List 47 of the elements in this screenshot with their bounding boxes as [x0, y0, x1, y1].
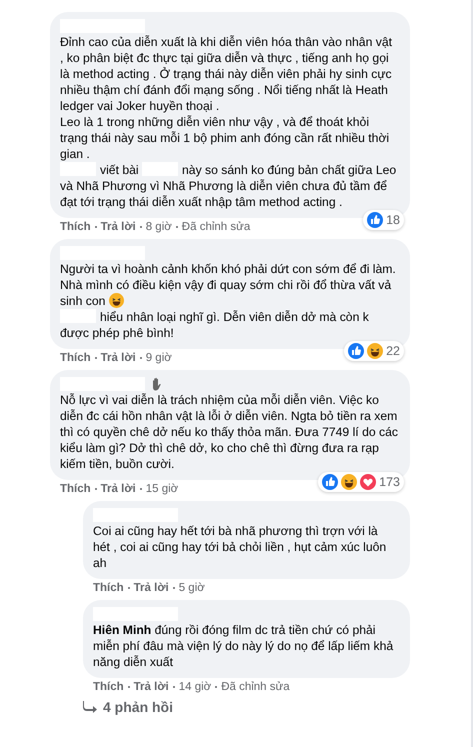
like-icon [348, 343, 364, 359]
comment-time[interactable]: 15 giờ [146, 483, 178, 495]
edited-label: Đã chỉnh sửa [221, 681, 290, 693]
separator-dot [128, 686, 130, 688]
reply-link[interactable]: Trả lời [100, 221, 136, 233]
like-link[interactable]: Thích [93, 582, 124, 594]
reply-link[interactable]: Trả lời [134, 681, 169, 693]
comment-text: Hiên Minh đúng rồi đóng film dc trả tiền chứ có phải miễn phí đâu mà viện lý do này lý do nọ để lấp liếm khả năng diễn xuất [93, 622, 394, 670]
like-link[interactable]: Thích [60, 483, 91, 495]
like-link[interactable]: Thích [60, 352, 91, 364]
comment-time[interactable]: 5 giờ [178, 582, 205, 594]
like-icon [367, 212, 384, 228]
comment-text: viết bài này so sánh ko đúng bản chất giữa Leo và Nhã Phương vì Nhã Phương là diễn viên chưa đủ tầm để đạt tới trạng thái diễn xuất nhập tâm method acting . [60, 162, 398, 210]
comment-text: Nỗ lực vì vai diễn là trách nhiệm của mỗi diễn viên. Việc ko diễn đc cái hồn nhân vật là lỗi ở diễn viên. Ngta bỏ tiền ra xem thì có quyền chê dở nếu ko thấy thỏa mãn. Đưa 7749 lí do các kiểu làm gì? Dở thì chê dở, ko cho chê thì đừng đưa ra rạp kiếm tiền, buồn cười. [60, 392, 398, 472]
comment-text: Đỉnh cao của diễn xuất là khi diễn viên hóa thân vào nhân vật , ko phân biệt đc thực tại giữa diễn và thực , tiếng anh họ gọi là method acting . Ở trạng thái này diễn viên phải hy sinh cực nhiều thậm chí đánh đổi mạng sống . Nổi tiếng nhất là Heath ledger vai Joker huyền thoại . [60, 34, 394, 114]
reply-link[interactable]: Trả lời [134, 582, 169, 594]
comment-time[interactable]: 8 giờ [146, 221, 172, 233]
more-replies-link[interactable]: 4 phản hồi [0, 699, 471, 715]
comment-text: hiểu nhân loại nghĩ gì. Dễn viên diễn dở mà còn k được phép phê bình! [60, 309, 370, 341]
like-link[interactable]: Thích [93, 681, 124, 693]
separator-dot [94, 357, 97, 359]
reply-arrow-icon [83, 701, 97, 713]
reply-link[interactable]: Trả lời [100, 483, 136, 495]
reaction-count[interactable]: 22 [344, 341, 404, 361]
separator-dot [215, 686, 218, 688]
edited-label: Đã chỉnh sửa [182, 221, 250, 233]
like-icon [322, 474, 338, 490]
separator-dot [172, 587, 175, 589]
comment-text: Leo là 1 trong những diễn viên như vậy , và để thoát khỏi trạng thái này sau mỗi 1 bộ phim anh đóng cần rất nhiều thời gian . [60, 114, 390, 162]
comment-text: Coi ai cũng hay hết tới bà nhã phương thì trợn với là hét , coi ai cũng hay tới bả chỏi liền , hụt cảm xúc luôn ah [93, 523, 388, 571]
separator-dot [140, 226, 142, 228]
separator-dot [94, 488, 97, 490]
laughing-face-icon [108, 293, 124, 308]
separator-dot [172, 686, 175, 688]
like-link[interactable]: Thích [60, 221, 91, 233]
separator-dot [140, 488, 142, 490]
separator-dot [94, 226, 97, 228]
reply-link[interactable]: Trả lời [100, 352, 136, 364]
laughing-face-icon [341, 474, 358, 490]
separator-dot [140, 357, 142, 359]
comment-time[interactable]: 9 giờ [146, 352, 172, 364]
separator-dot [128, 587, 130, 589]
reaction-count[interactable]: 18 [363, 210, 404, 230]
comment-time[interactable]: 14 giờ [178, 681, 212, 693]
reaction-count[interactable]: 173 [318, 472, 404, 492]
laughing-face-icon [367, 343, 384, 359]
separator-dot [176, 226, 178, 228]
